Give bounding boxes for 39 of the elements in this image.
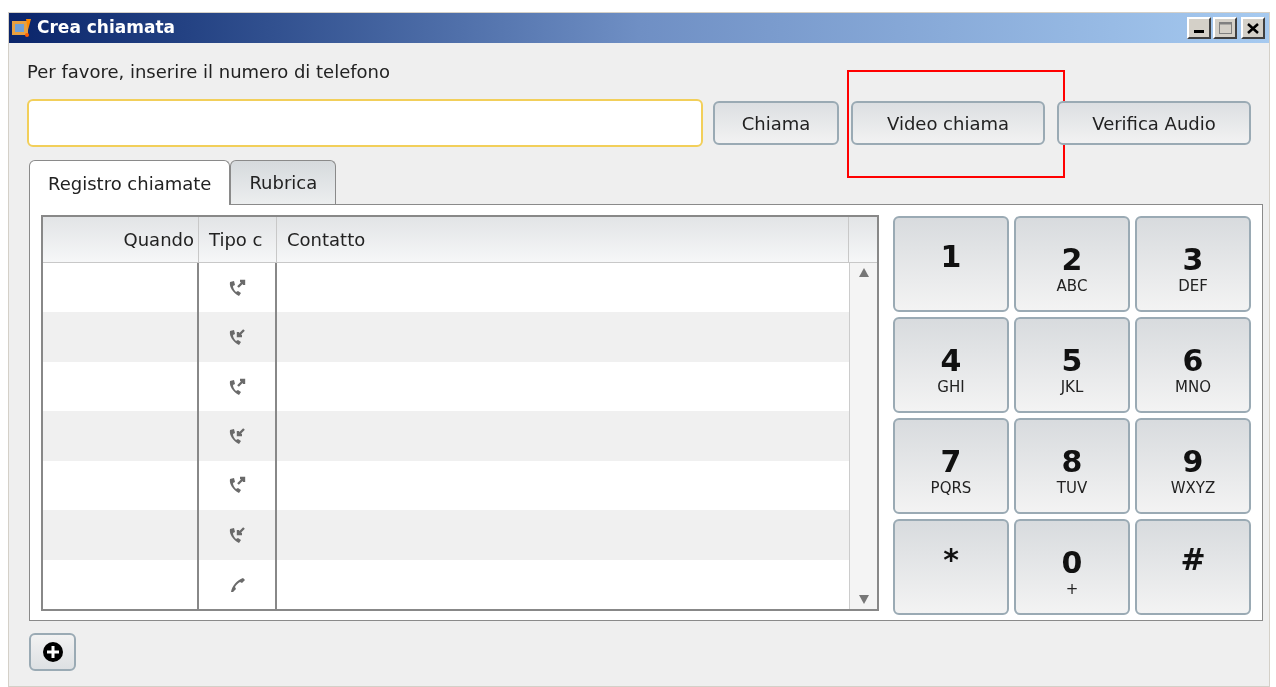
outgoing-call-icon <box>227 475 247 496</box>
column-header[interactable]: Tipo c <box>199 217 277 262</box>
scrollbar[interactable] <box>849 263 877 609</box>
keypad-key[interactable]: 5 JKL <box>1014 317 1130 413</box>
keypad-key[interactable]: 7 PQRS <box>893 418 1009 514</box>
action-button[interactable]: Video chiama <box>851 101 1045 145</box>
incoming-call-icon <box>227 425 247 446</box>
close-button[interactable] <box>1241 17 1265 39</box>
action-button[interactable]: Chiama <box>713 101 839 145</box>
app-icon <box>11 17 33 39</box>
minimize-icon <box>1194 30 1204 33</box>
tab[interactable]: Registro chiamate <box>29 160 231 205</box>
phone-number-field[interactable] <box>27 99 703 147</box>
close-icon <box>1247 22 1259 34</box>
add-button[interactable] <box>29 633 76 671</box>
plus-circle-icon <box>41 641 64 663</box>
maximize-button[interactable] <box>1213 17 1237 39</box>
keypad-key[interactable]: 0 + <box>1014 519 1130 615</box>
tab[interactable]: Rubrica <box>230 160 337 204</box>
incoming-call-icon <box>227 327 247 348</box>
keypad-key[interactable]: 8 TUV <box>1014 418 1130 514</box>
keypad-key[interactable]: 9 WXYZ <box>1135 418 1251 514</box>
outgoing-call-icon <box>227 376 247 397</box>
action-button[interactable]: Verifica Audio <box>1057 101 1251 145</box>
column-header[interactable]: Contatto <box>277 217 849 262</box>
keypad-key[interactable]: 4 GHI <box>893 317 1009 413</box>
keypad-key[interactable]: 3 DEF <box>1135 216 1251 312</box>
keypad-key[interactable]: # <box>1135 519 1251 615</box>
keypad-key[interactable]: 6 MNO <box>1135 317 1251 413</box>
keypad-key[interactable]: 1 <box>893 216 1009 312</box>
column-header[interactable]: Quando <box>43 217 199 262</box>
minimize-button[interactable] <box>1187 17 1211 39</box>
keypad-key[interactable]: * <box>893 519 1009 615</box>
window-title: Crea chiamata <box>37 16 176 40</box>
maximize-icon <box>1218 22 1232 34</box>
incoming-call-icon <box>227 524 247 545</box>
keypad-key[interactable]: 2 ABC <box>1014 216 1130 312</box>
prompt-label: Per favore, inserire il numero di telefono <box>27 60 391 84</box>
outgoing-call-icon <box>227 277 247 298</box>
